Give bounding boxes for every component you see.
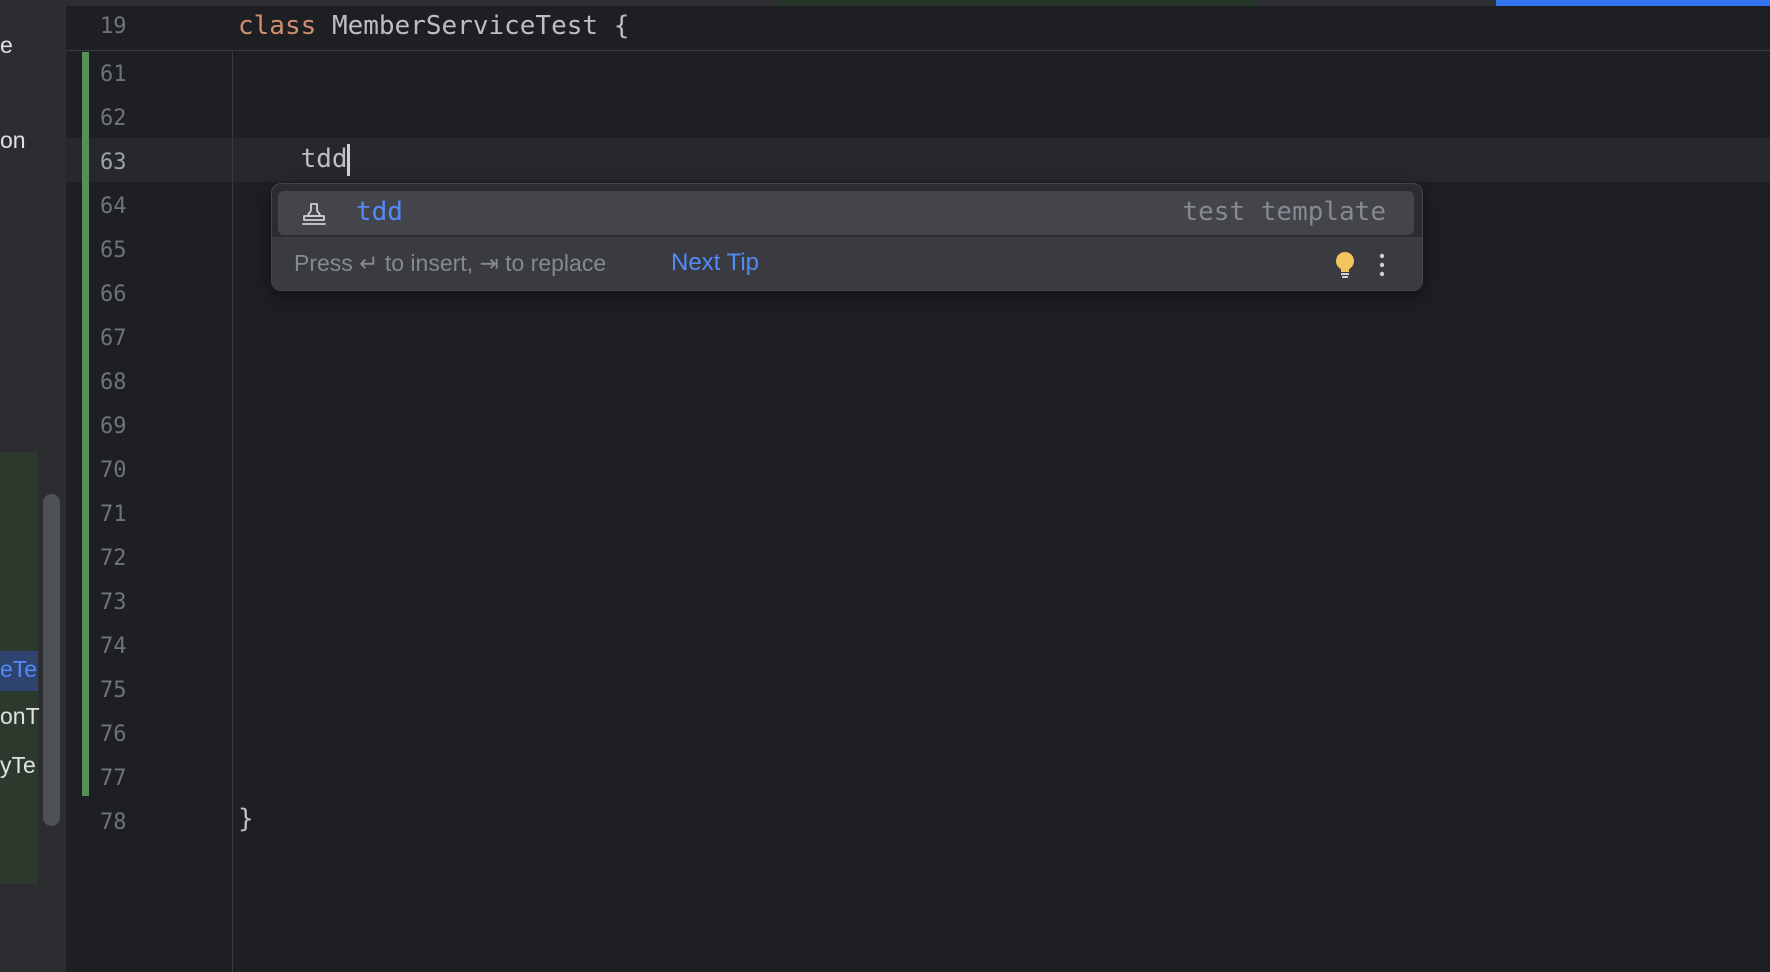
line-number: 61 [100,62,127,87]
project-item-fragment[interactable]: e [0,32,13,59]
line-number: 76 [100,722,127,747]
sticky-code-line: class MemberServiceTest { [238,11,629,41]
code-line-current[interactable]: tdd [238,144,348,174]
line-number-current: 63 [100,150,127,175]
line-number: 19 [100,14,127,39]
code-editor[interactable]: 19 class MemberServiceTest { 61 62 63 td… [66,0,1770,972]
completion-footer: Press ↵ to insert, ⇥ to replace Next Tip [272,237,1422,290]
class-declaration: MemberServiceTest { [331,11,630,41]
keyword: class [238,11,317,41]
completion-item-type: test template [1182,197,1387,227]
project-panel: e on eTe onT yTe [0,0,67,972]
line-number: 69 [100,414,127,439]
line-number: 67 [100,326,127,351]
stamp-icon [300,202,328,226]
code-line-closing-brace[interactable]: } [238,804,254,834]
line-number: 77 [100,766,127,791]
project-item-fragment[interactable]: onT [0,703,40,730]
line-number: 70 [100,458,127,483]
line-number: 72 [100,546,127,571]
line-number: 66 [100,282,127,307]
project-item-selected[interactable]: eTe [0,656,37,683]
sticky-class-header[interactable]: 19 class MemberServiceTest { [66,6,1770,51]
more-vertical-icon[interactable] [1372,249,1392,281]
completion-item-name: tdd [356,197,403,227]
ide-window: e on eTe onT yTe 19 class MemberServiceT… [0,0,1770,972]
line-number: 78 [100,810,127,835]
lightbulb-icon[interactable] [1333,249,1357,281]
code-completion-popup: tdd test template Press ↵ to insert, ⇥ t… [271,183,1423,291]
vcs-change-marker[interactable] [82,52,89,796]
project-item-fragment[interactable]: yTe [0,752,36,779]
line-number: 62 [100,106,127,131]
line-number: 65 [100,238,127,263]
line-number: 71 [100,502,127,527]
project-item-fragment[interactable]: on [0,127,26,154]
line-number: 68 [100,370,127,395]
indent-guide [232,52,233,972]
line-number: 75 [100,678,127,703]
completion-item-selected[interactable]: tdd test template [278,191,1414,235]
text-caret [347,144,350,176]
line-number: 74 [100,634,127,659]
line-number: 64 [100,194,127,219]
project-scrollbar[interactable] [43,494,60,826]
line-number: 73 [100,590,127,615]
next-tip-link[interactable]: Next Tip [671,249,759,277]
completion-hint: Press ↵ to insert, ⇥ to replace [294,250,607,276]
